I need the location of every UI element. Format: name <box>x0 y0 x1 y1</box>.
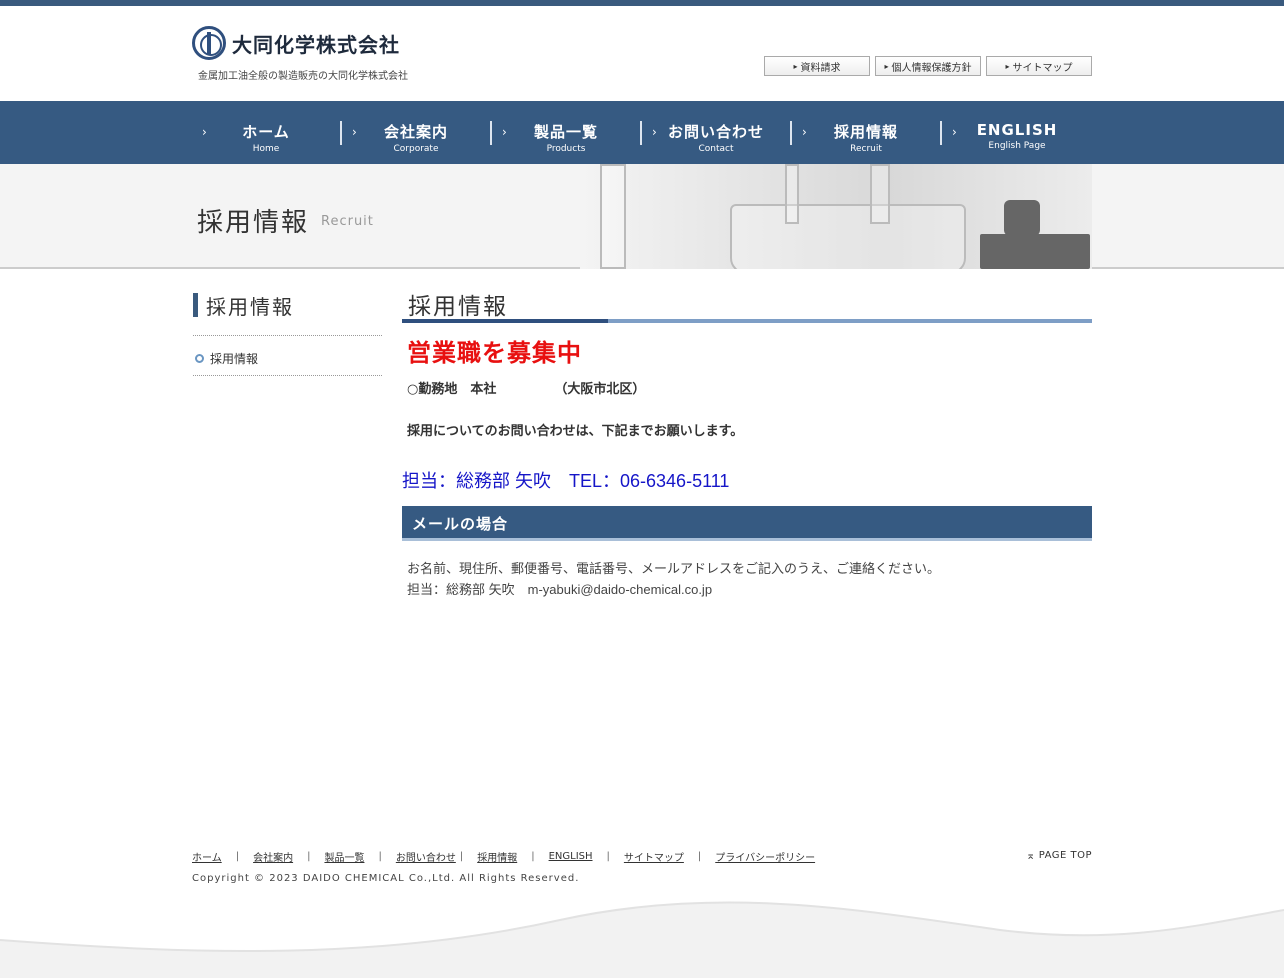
footer-link-recruit[interactable]: 採用情報 <box>477 849 517 864</box>
footer-link-contact[interactable]: お問い合わせ <box>396 849 456 864</box>
nav-item-label: 採用情報 <box>833 123 898 141</box>
utility-link-request-materials[interactable]: ▸ 資料請求 <box>764 56 870 76</box>
beaker-shape <box>730 204 966 269</box>
cylinder-shape <box>785 164 799 224</box>
page-top-label: PAGE TOP <box>1038 850 1093 861</box>
utility-link-privacy-policy[interactable]: ▸ 個人情報保護方針 <box>875 56 981 76</box>
utility-link-label: サイトマップ <box>1012 62 1073 74</box>
footer-link-privacy[interactable]: プライバシーポリシー <box>715 849 815 864</box>
nav-item-label: 製品一覧 <box>533 123 598 141</box>
section-title-rule-accent <box>402 319 608 323</box>
sidebar-item-label: 採用情報 <box>210 352 259 366</box>
footer-nav: ホーム | 会社案内 | 製品一覧 | お問い合わせ | 採用情報 | ENGL… <box>192 849 815 864</box>
footer-separator: | <box>235 851 240 862</box>
work-location-label: ○勤務地 本社 <box>407 382 497 397</box>
chevron-right-icon: › <box>202 125 207 139</box>
nav-item-label: ホーム <box>242 123 290 141</box>
chevron-right-icon: › <box>502 125 507 139</box>
chevron-right-icon: › <box>352 125 357 139</box>
cylinder-shape <box>870 164 890 224</box>
chevron-right-icon: › <box>952 125 957 139</box>
utility-link-label: 資料請求 <box>800 62 841 74</box>
nav-item-sublabel: Corporate <box>393 144 439 154</box>
sidebar-title: 採用情報 <box>193 292 294 319</box>
cylinder-shape <box>600 164 626 269</box>
sidebar-title-label: 採用情報 <box>206 294 294 319</box>
page-title: 採用情報 <box>197 208 310 238</box>
footer-link-english[interactable]: ENGLISH <box>549 851 593 862</box>
nav-item-recruit[interactable]: › 採用情報 Recruit <box>792 101 940 164</box>
footer-link-corporate[interactable]: 会社案内 <box>253 849 293 864</box>
nav-item-contact[interactable]: › お問い合わせ Contact <box>642 101 790 164</box>
nav-item-home[interactable]: › ホーム Home <box>192 101 340 164</box>
nav-item-corporate[interactable]: › 会社案内 Corporate <box>342 101 490 164</box>
page-hero: 採用情報 Recruit <box>0 164 1284 269</box>
company-name: 大同化学株式会社 <box>232 32 400 57</box>
footer-separator: | <box>378 851 382 862</box>
inquiry-text: 採用についてのお問い合わせは、下記までお願いします。 <box>407 424 744 439</box>
chevron-right-icon: ▸ <box>884 61 889 71</box>
nav-item-label: お問い合わせ <box>667 123 764 141</box>
mail-section-header: メールの場合 <box>402 506 1092 541</box>
footer-separator: | <box>697 851 702 862</box>
chevron-right-icon: ▸ <box>1005 61 1010 71</box>
section-title: 採用情報 <box>408 294 508 320</box>
mail-instructions: お名前、現住所、郵便番号、電話番号、メールアドレスをご記入のうえ、ご連絡ください… <box>407 561 941 576</box>
chevron-right-icon: › <box>652 125 657 139</box>
bullet-circle-icon <box>195 354 204 363</box>
nav-item-sublabel: English Page <box>988 141 1046 151</box>
footer-wave-decoration <box>0 901 1284 978</box>
footer-separator: | <box>307 851 311 862</box>
work-location-note: （大阪市北区） <box>554 382 646 397</box>
nav-item-sublabel: Contact <box>698 144 734 154</box>
chevron-right-icon: › <box>802 125 807 139</box>
sidebar-title-marker <box>193 293 198 317</box>
mail-contact[interactable]: 担当：総務部 矢吹 m-yabuki@daido-chemical.co.jp <box>407 579 712 598</box>
chevron-right-icon: ▸ <box>793 61 798 71</box>
footer-separator: | <box>531 851 535 862</box>
sidebar-item-recruit[interactable]: 採用情報 <box>195 350 258 367</box>
company-logo[interactable]: 大同化学株式会社 <box>192 26 400 60</box>
nav-item-sublabel: Home <box>252 144 280 154</box>
nav-item-english[interactable]: › ENGLISH English Page <box>942 101 1092 164</box>
nav-item-label: ENGLISH <box>976 121 1058 139</box>
nav-item-products[interactable]: › 製品一覧 Products <box>492 101 640 164</box>
footer-separator: | <box>606 851 610 862</box>
nav-item-sublabel: Products <box>546 144 586 154</box>
utility-link-label: 個人情報保護方針 <box>891 62 972 74</box>
weight-base-shape <box>980 234 1090 269</box>
site-header: 大同化学株式会社 金属加工油全般の製造販売の大同化学株式会社 ▸ 資料請求 ▸ … <box>0 6 1284 101</box>
footer-separator: | <box>459 851 464 862</box>
utility-link-sitemap[interactable]: ▸ サイトマップ <box>986 56 1092 76</box>
work-location: ○勤務地 本社 （大阪市北区） <box>407 378 645 397</box>
nav-item-sublabel: Recruit <box>850 144 882 154</box>
page-subtitle: Recruit <box>321 214 374 229</box>
nav-item-label: 会社案内 <box>383 123 448 141</box>
footer-link-home[interactable]: ホーム <box>192 849 222 864</box>
page-top-link[interactable]: ⌅ PAGE TOP <box>1026 849 1092 862</box>
company-emblem-icon <box>192 26 226 60</box>
contact-phone-line: 担当：総務部 矢吹 TEL：06-6346-5111 <box>402 471 730 491</box>
sidebar-divider <box>193 375 382 376</box>
recruit-heading: 営業職を募集中 <box>407 339 582 367</box>
arrow-up-icon: ⌅ <box>1026 849 1036 862</box>
footer-link-products[interactable]: 製品一覧 <box>324 849 364 864</box>
global-nav: › ホーム Home › 会社案内 Corporate › 製品一覧 Produ… <box>0 101 1284 164</box>
lab-glassware-image <box>580 164 1092 269</box>
sidebar-divider <box>193 335 382 336</box>
site-tagline: 金属加工油全般の製造販売の大同化学株式会社 <box>198 71 408 82</box>
weight-shape <box>1004 200 1040 236</box>
footer-link-sitemap[interactable]: サイトマップ <box>624 849 684 864</box>
